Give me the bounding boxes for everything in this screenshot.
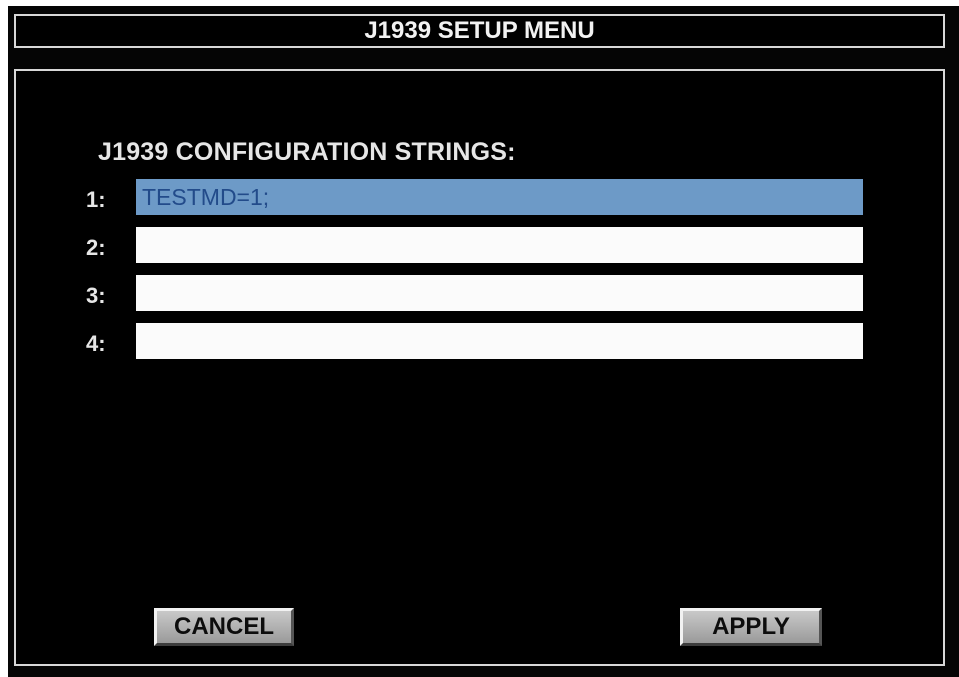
config-string-2-field[interactable]	[136, 227, 863, 263]
cancel-button[interactable]: CANCEL	[154, 608, 294, 646]
string-3-number: 3:	[86, 283, 106, 308]
config-string-3-field[interactable]	[136, 275, 863, 311]
apply-button[interactable]: APPLY	[680, 608, 822, 646]
string-1-number: 1:	[86, 187, 106, 212]
config-string-4-field[interactable]	[136, 323, 863, 359]
string-2-number: 2:	[86, 235, 106, 260]
section-label: J1939 CONFIGURATION STRINGS:	[98, 138, 516, 166]
string-4-number: 4:	[86, 331, 106, 356]
config-string-1-field[interactable]: TESTMD=1;	[136, 179, 863, 215]
setup-screen: J1939 SETUP MENU J1939 CONFIGURATION STR…	[8, 6, 959, 677]
menu-title: J1939 SETUP MENU	[14, 14, 945, 48]
